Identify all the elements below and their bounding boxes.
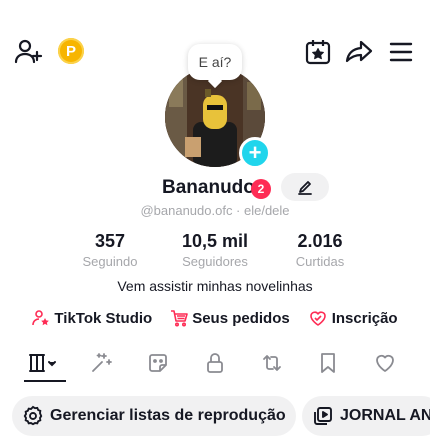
notification-badge[interactable]: 2 bbox=[251, 179, 271, 199]
stat-following-label: Seguindo bbox=[82, 254, 138, 269]
playlist-chip-label: JORNAL AN bbox=[340, 407, 430, 424]
cart-icon bbox=[170, 309, 188, 327]
subscription-label: Inscrição bbox=[331, 309, 398, 327]
stat-following-value: 357 bbox=[94, 231, 126, 251]
tiktok-studio-label: TikTok Studio bbox=[54, 309, 153, 327]
note-bubble-text: E aí? bbox=[198, 54, 232, 70]
edit-profile-button[interactable] bbox=[281, 173, 329, 201]
manage-playlists-button[interactable]: Gerenciar listas de reprodução bbox=[12, 396, 296, 436]
orders-label: Seus pedidos bbox=[192, 309, 290, 327]
display-name: Bananudo bbox=[162, 177, 255, 198]
heart-icon bbox=[373, 351, 397, 375]
tab-videos[interactable] bbox=[28, 348, 62, 378]
stat-followers-value: 10,5 mil bbox=[181, 231, 249, 251]
bio-text: Vem assistir minhas novelinhas bbox=[117, 278, 313, 294]
profile-links: TikTok Studio Seus pedidos Inscrição bbox=[0, 309, 430, 327]
username-handle: @bananudo.ofc · ele/dele bbox=[140, 203, 290, 218]
tab-reposts[interactable] bbox=[257, 348, 287, 378]
tab-stickers[interactable] bbox=[143, 348, 173, 378]
add-story-plus-icon[interactable]: + bbox=[239, 137, 271, 169]
lock-icon bbox=[203, 351, 227, 375]
stat-likes[interactable]: 2.016 Curtidas bbox=[265, 231, 375, 269]
stat-followers[interactable]: 10,5 mil Seguidores bbox=[160, 231, 270, 269]
sparkle-wand-icon bbox=[89, 351, 113, 375]
bookmark-icon bbox=[316, 351, 340, 375]
coin-letter: P bbox=[65, 42, 76, 60]
playlist-icon bbox=[312, 405, 334, 427]
subscription-link[interactable]: Inscrição bbox=[308, 309, 398, 327]
note-bubble[interactable]: E aí? bbox=[188, 44, 242, 80]
repost-icon bbox=[260, 351, 284, 375]
share-icon[interactable] bbox=[344, 38, 374, 66]
manage-playlists-label: Gerenciar listas de reprodução bbox=[50, 407, 286, 424]
active-tab-indicator bbox=[24, 380, 66, 382]
tab-private[interactable] bbox=[200, 348, 230, 378]
calendar-star-icon[interactable] bbox=[304, 38, 332, 66]
person-star-icon bbox=[32, 309, 50, 327]
stat-likes-value: 2.016 bbox=[297, 231, 343, 251]
orders-link[interactable]: Seus pedidos bbox=[170, 309, 290, 327]
pencil-icon bbox=[297, 179, 313, 195]
tiktok-studio-link[interactable]: TikTok Studio bbox=[32, 309, 152, 327]
tab-favorites[interactable] bbox=[313, 348, 343, 378]
heart-badge-icon bbox=[308, 309, 328, 327]
videos-grid-icon bbox=[28, 352, 62, 374]
menu-icon[interactable] bbox=[388, 40, 414, 64]
gear-icon bbox=[22, 405, 44, 427]
add-friend-icon[interactable] bbox=[14, 38, 44, 66]
tab-liked[interactable] bbox=[370, 348, 400, 378]
playlist-chip[interactable]: JORNAL AN bbox=[302, 396, 430, 436]
stat-followers-label: Seguidores bbox=[182, 254, 248, 269]
coins-icon[interactable]: P bbox=[58, 38, 84, 64]
tab-effects[interactable] bbox=[86, 348, 116, 378]
stat-following[interactable]: 357 Seguindo bbox=[55, 231, 165, 269]
sticker-icon bbox=[146, 351, 170, 375]
stat-likes-label: Curtidas bbox=[295, 254, 345, 269]
